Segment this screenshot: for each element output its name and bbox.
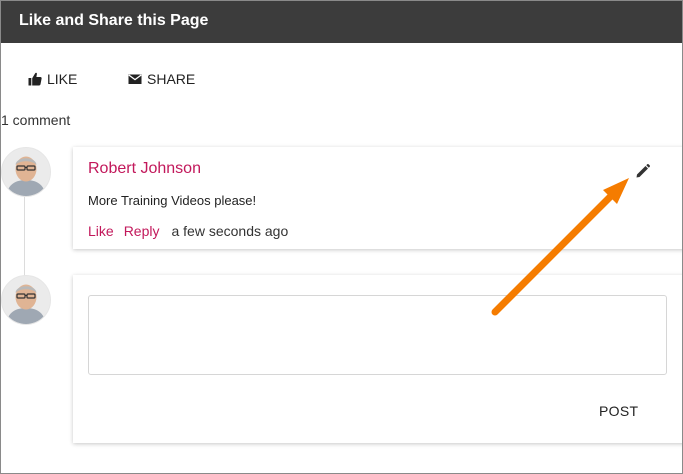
comment-card: Robert Johnson More Training Videos plea… — [73, 147, 682, 249]
comment-text: More Training Videos please! — [88, 193, 257, 208]
comment-like-link[interactable]: Like — [88, 223, 114, 239]
avatar — [1, 275, 51, 325]
like-button[interactable]: LIKE — [28, 71, 77, 87]
comment-author[interactable]: Robert Johnson — [88, 160, 201, 178]
avatar — [1, 147, 51, 197]
page-header: Like and Share this Page — [1, 1, 682, 43]
comment-count: 1 comment — [1, 112, 71, 128]
like-label: LIKE — [47, 71, 78, 87]
post-button[interactable]: POST — [599, 403, 638, 419]
page-frame: Like and Share this Page LIKE SHARE 1 co… — [0, 0, 683, 474]
share-label: SHARE — [147, 71, 196, 87]
thread-line — [24, 191, 25, 279]
comment-timestamp: a few seconds ago — [171, 223, 289, 239]
reply-card: POST — [73, 275, 682, 443]
pencil-icon[interactable] — [635, 163, 651, 179]
reply-input[interactable] — [88, 295, 667, 375]
share-button[interactable]: SHARE — [128, 71, 195, 87]
thumbs-up-icon — [28, 72, 42, 86]
page-title: Like and Share this Page — [19, 12, 209, 29]
comment-meta: Like Reply a few seconds ago — [88, 223, 288, 239]
comment-reply-link[interactable]: Reply — [124, 223, 160, 239]
envelope-icon — [128, 72, 142, 86]
